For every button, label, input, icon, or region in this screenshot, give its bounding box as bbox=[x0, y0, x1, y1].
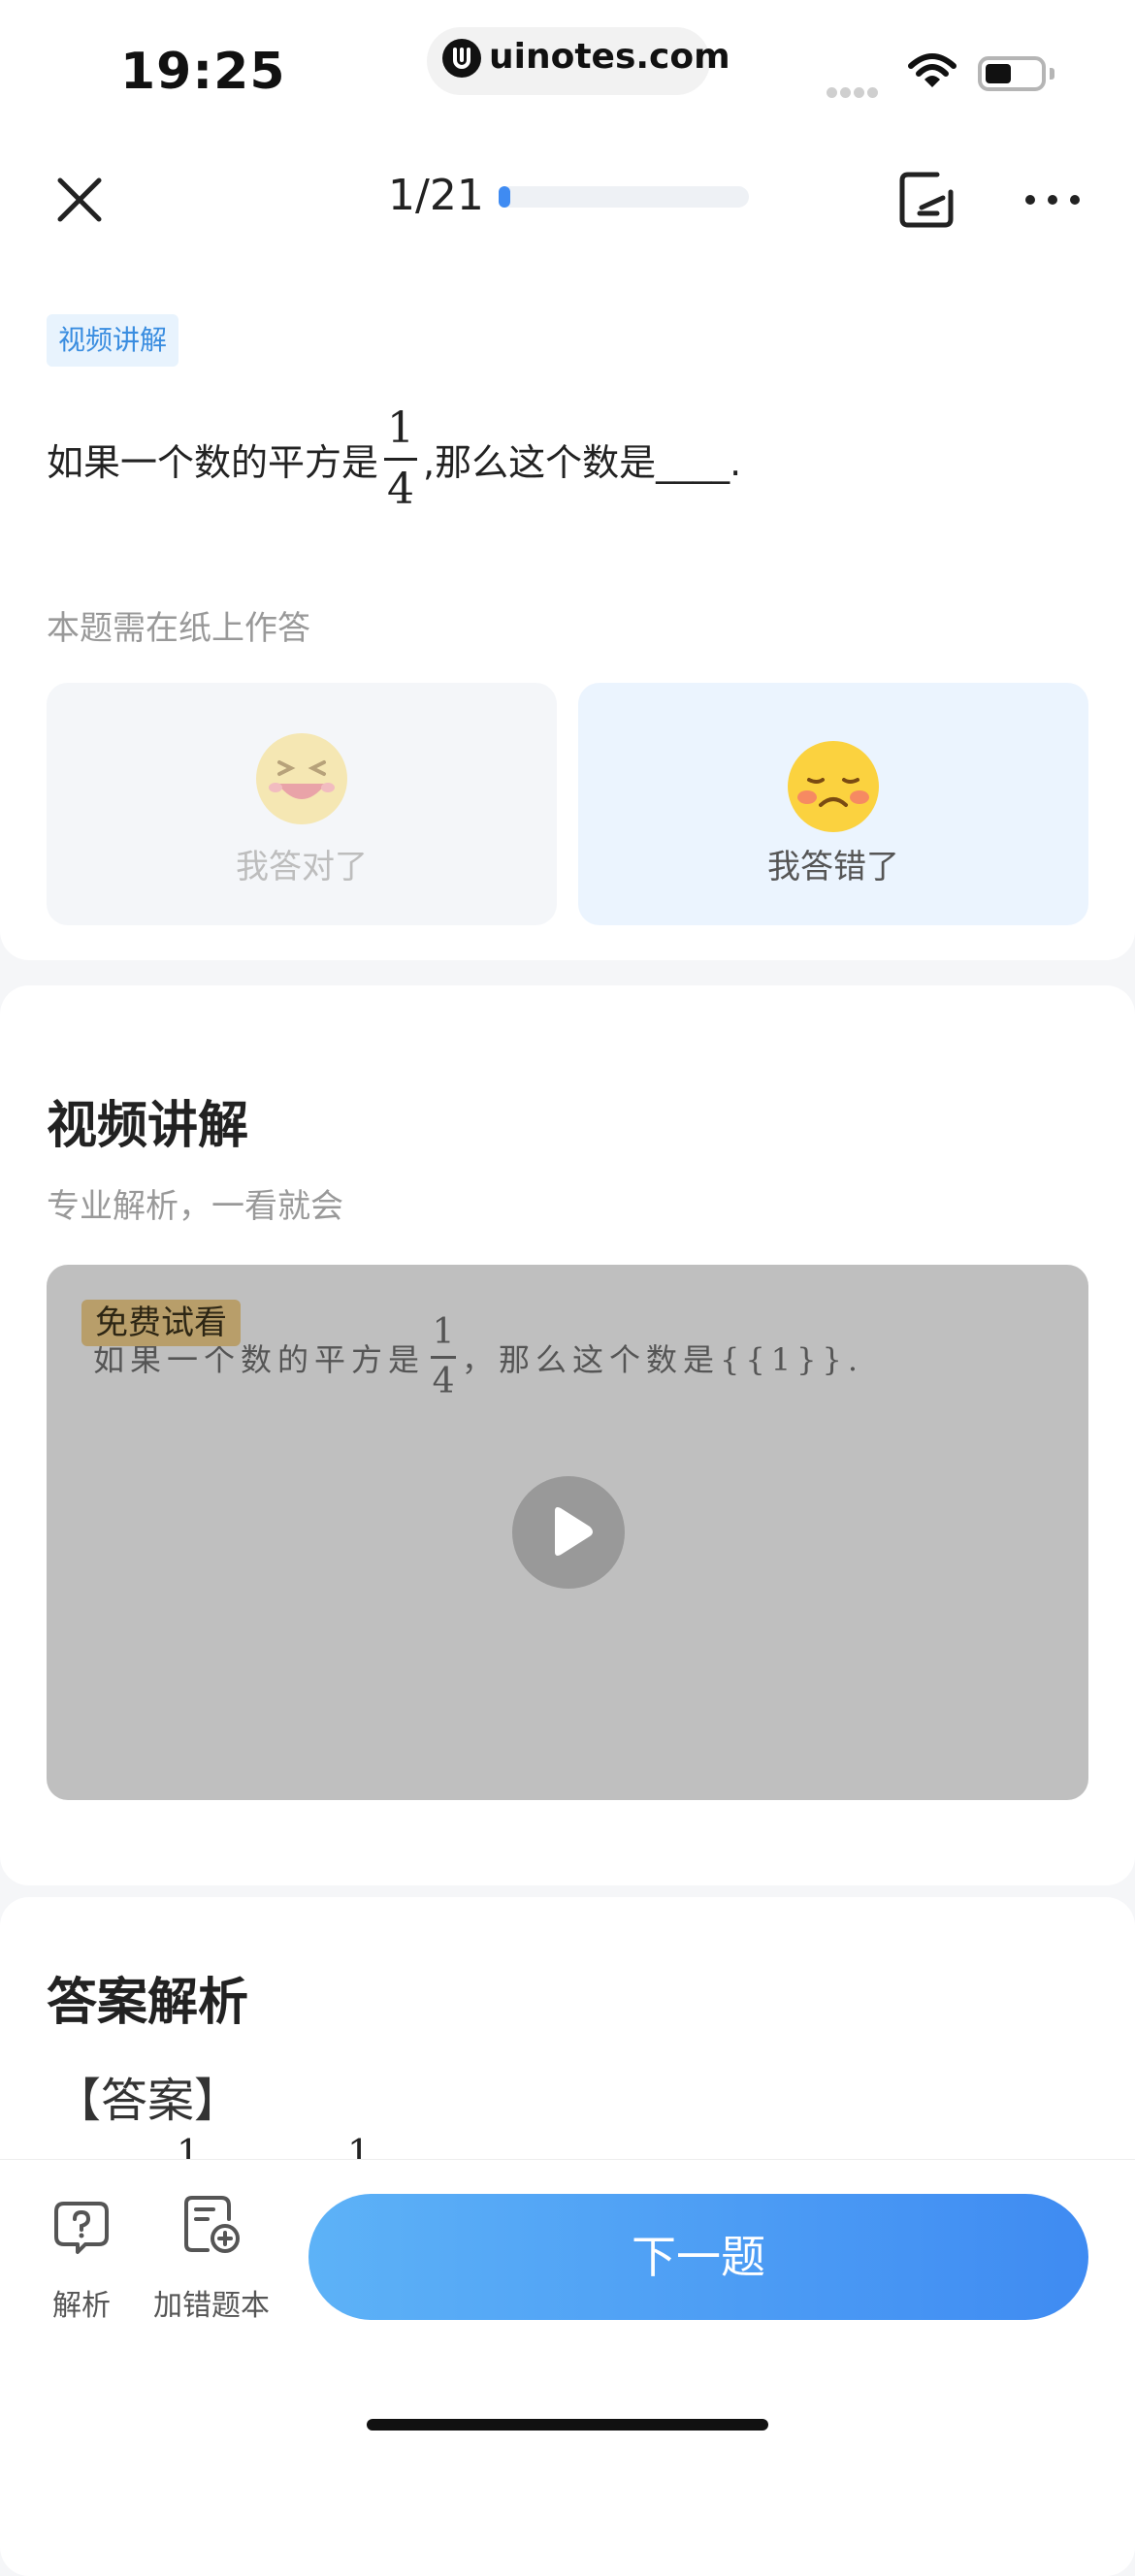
video-fraction-denominator: 4 bbox=[432, 1362, 455, 1401]
url-text: uinotes.com bbox=[489, 37, 730, 77]
question-fraction: 1 4 bbox=[384, 403, 418, 514]
progress-text: 1/21 bbox=[388, 171, 484, 220]
fraction-bar bbox=[384, 458, 418, 461]
video-fraction-numerator: 1 bbox=[432, 1312, 455, 1352]
more-icon[interactable] bbox=[1024, 192, 1081, 206]
question-text-before: 如果一个数的平方是 bbox=[47, 441, 379, 484]
video-section-title: 视频讲解 bbox=[47, 1097, 249, 1155]
free-trial-badge: 免费试看 bbox=[81, 1300, 241, 1346]
video-fraction: 1 4 bbox=[431, 1312, 457, 1401]
next-question-button[interactable]: 下一题 bbox=[308, 2194, 1088, 2320]
video-question-after: ，那么这个数是{{1}}. bbox=[462, 1340, 863, 1378]
home-indicator[interactable] bbox=[367, 2419, 768, 2431]
question-tag: 视频讲解 bbox=[47, 314, 179, 367]
fraction-denominator: 4 bbox=[387, 465, 415, 514]
answer-correct-label: 我答对了 bbox=[236, 848, 368, 886]
answer-sheet-icon[interactable] bbox=[898, 171, 955, 229]
battery-tip bbox=[1050, 68, 1054, 80]
cellular-signal-icon bbox=[827, 83, 881, 102]
paper-answer-note: 本题需在纸上作答 bbox=[47, 609, 310, 648]
question-text: 如果一个数的平方是 1 4 ,那么这个数是____. bbox=[47, 407, 741, 511]
battery-level bbox=[986, 64, 1011, 83]
add-wrong-book-icon[interactable] bbox=[182, 2194, 243, 2256]
analysis-label[interactable]: 解析 bbox=[33, 2281, 130, 2324]
question-text-after: ,那么这个数是____. bbox=[423, 441, 742, 484]
laughing-emoji-icon bbox=[256, 733, 347, 824]
site-logo-icon bbox=[442, 39, 481, 78]
next-question-label: 下一题 bbox=[632, 2232, 765, 2282]
wifi-icon bbox=[907, 52, 957, 95]
add-wrong-book-label[interactable]: 加错题本 bbox=[144, 2281, 279, 2324]
fraction-numerator: 1 bbox=[387, 403, 415, 453]
close-icon[interactable] bbox=[54, 175, 105, 225]
progress-track bbox=[499, 186, 749, 208]
answer-wrong-label: 我答错了 bbox=[767, 848, 899, 886]
video-fraction-bar bbox=[431, 1356, 457, 1359]
analysis-icon[interactable] bbox=[52, 2200, 111, 2256]
sad-emoji-icon bbox=[788, 741, 879, 832]
progress-fill bbox=[499, 186, 510, 208]
video-section-subtitle: 专业解析，一看就会 bbox=[47, 1187, 343, 1226]
answer-label: 【答案】 bbox=[54, 2074, 242, 2128]
play-button[interactable] bbox=[512, 1476, 625, 1589]
answer-section-title: 答案解析 bbox=[47, 1974, 249, 2032]
status-time: 19:25 bbox=[120, 43, 286, 101]
